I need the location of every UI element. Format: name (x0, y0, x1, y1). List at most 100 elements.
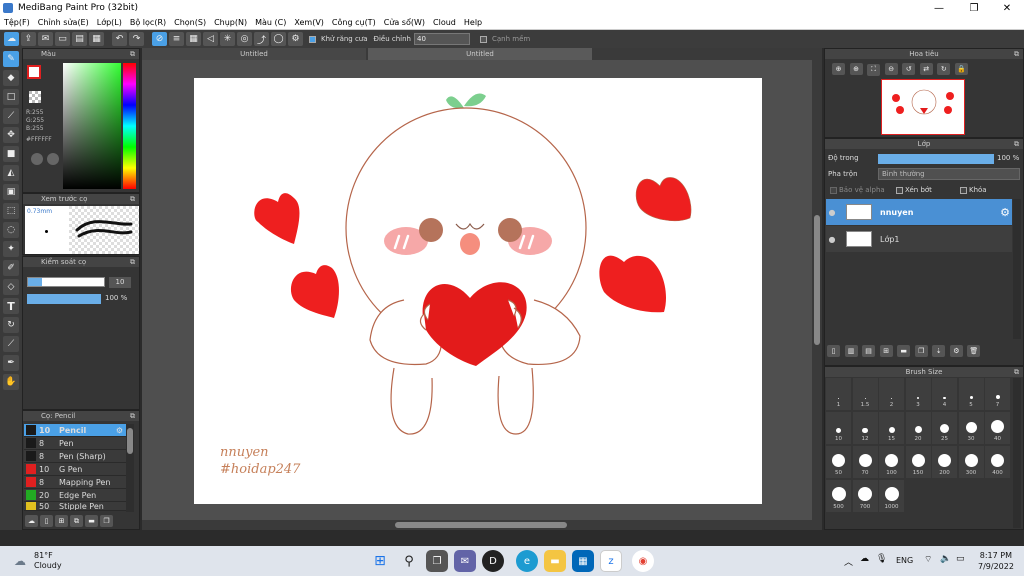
menu-window[interactable]: Cửa sổ(W) (384, 18, 425, 27)
brush-size-slider[interactable] (27, 277, 105, 287)
layer-row-lop1[interactable]: ● Lớp1 (826, 226, 1012, 252)
new-layer-icon[interactable]: ▯ (827, 345, 840, 357)
fill-rect-tool-icon[interactable]: ■ (3, 146, 19, 162)
saturation-value-square[interactable] (63, 63, 121, 189)
panel-pin-icon[interactable]: ⧉ (1014, 139, 1019, 149)
brush-size-cell-150[interactable]: 150 (905, 446, 931, 478)
perspective-snap-icon[interactable]: ◁ (203, 32, 218, 46)
brush-item-stipple-pen[interactable]: 50 Stipple Pen (24, 502, 126, 511)
dell-icon[interactable]: D (482, 550, 504, 572)
edge-icon[interactable]: e (516, 550, 538, 572)
brush-size-cell-1000[interactable]: 1000 (879, 480, 904, 512)
wifi-icon[interactable]: ⌔ (924, 554, 932, 565)
gear-icon[interactable]: ⚙ (116, 426, 123, 435)
snap-off-icon[interactable]: ⊘ (152, 32, 167, 46)
gradient-tool-icon[interactable]: ▣ (3, 184, 19, 200)
rotate-left-icon[interactable]: ↺ (902, 63, 916, 75)
menu-snap[interactable]: Chụp(N) (214, 18, 247, 27)
brush-list-scrollbar[interactable] (126, 424, 134, 512)
menu-tools[interactable]: Công cụ(T) (332, 18, 376, 27)
delete-layer-icon[interactable]: 🗑 (967, 345, 981, 357)
brush-size-cell-25[interactable]: 25 (932, 412, 957, 444)
file-explorer-icon[interactable]: ▬ (544, 550, 566, 572)
new-brush-icon[interactable]: ▯ (40, 515, 53, 527)
brush-item-pen-sharp[interactable]: 8 Pen (Sharp) (24, 450, 126, 463)
grid-snap-icon[interactable]: ▦ (186, 32, 201, 46)
brush-item-edge-pen[interactable]: 20 Edge Pen (24, 489, 126, 502)
bucket-tool-icon[interactable]: ◭ (3, 165, 19, 181)
move-tool-icon[interactable]: ✥ (3, 127, 19, 143)
grid-icon[interactable]: ▦ (89, 32, 104, 46)
brush-size-cell-400[interactable]: 400 (985, 446, 1010, 478)
brush-size-cell-200[interactable]: 200 (932, 446, 957, 478)
cloud-icon[interactable]: ☁ (4, 32, 19, 46)
foreground-color[interactable] (27, 65, 41, 79)
brush-size-cell-500[interactable]: 500 (826, 480, 851, 512)
protect-alpha-checkbox[interactable] (830, 186, 837, 194)
panel-pin-icon[interactable]: ⧉ (130, 411, 135, 421)
menu-cloud[interactable]: Cloud (433, 18, 456, 27)
clipping-checkbox[interactable] (896, 186, 903, 194)
tab-untitled-1[interactable]: Untitled (142, 48, 366, 60)
brush-item-pen[interactable]: 8 Pen (24, 437, 126, 450)
layer-folder-icon[interactable]: ▬ (897, 345, 911, 357)
parallel-snap-icon[interactable]: ≡ (169, 32, 184, 46)
menu-edit[interactable]: Chỉnh sửa(E) (38, 18, 89, 27)
store-icon[interactable]: ▦ (572, 550, 594, 572)
image-icon[interactable]: ▤ (72, 32, 87, 46)
visibility-icon[interactable]: ● (826, 208, 838, 217)
brush-size-value[interactable]: 10 (109, 277, 131, 288)
brush-size-cell-5[interactable]: 5 (958, 378, 984, 410)
undo-icon[interactable]: ↶ (112, 32, 127, 46)
drawing-canvas[interactable]: nnuyen #hoidap247 (194, 78, 762, 504)
tab-untitled-2[interactable]: Untitled (368, 48, 592, 60)
share-icon[interactable]: ⇪ (21, 32, 36, 46)
panel-pin-icon[interactable]: ⧉ (130, 49, 135, 59)
cloud-tray-icon[interactable]: ☁ (860, 554, 869, 564)
antialias-checkbox[interactable] (309, 35, 316, 43)
tray-chevron-icon[interactable]: ︿ (844, 555, 853, 568)
panel-icon[interactable]: ▭ (55, 32, 70, 46)
duplicate-icon[interactable]: ❐ (100, 515, 113, 527)
zalo-icon[interactable]: z (600, 550, 622, 572)
task-view-icon[interactable]: ❐ (426, 550, 448, 572)
brush-size-cell-15[interactable]: 15 (879, 412, 904, 444)
flip-icon[interactable]: ⇄ (919, 63, 933, 75)
brush-size-cell-12[interactable]: 12 (852, 412, 878, 444)
hand-tool-icon[interactable]: ✋ (3, 374, 19, 390)
lasso-tool-icon[interactable]: ◌ (3, 222, 19, 238)
panel-pin-icon[interactable]: ⧉ (1014, 367, 1019, 377)
text-tool-icon[interactable]: T (3, 298, 19, 314)
settings-icon[interactable]: ⚙ (288, 32, 303, 46)
duplicate-layer-icon[interactable]: ❐ (914, 345, 928, 357)
horizontal-scroll-thumb[interactable] (395, 522, 567, 528)
smooth-checkbox[interactable] (480, 35, 487, 43)
menu-filter[interactable]: Bộ lọc(R) (130, 18, 166, 27)
brush-size-cell-40[interactable]: 40 (985, 412, 1010, 444)
divide-tool-icon[interactable]: ⟋ (3, 336, 19, 352)
layer-opacity-slider[interactable] (878, 154, 994, 164)
color-picker-icon[interactable] (47, 153, 59, 165)
brush-size-cell-10[interactable]: 10 (826, 412, 851, 444)
brush-size-cell-30[interactable]: 30 (958, 412, 984, 444)
eyedropper-tool-icon[interactable]: ✒ (3, 355, 19, 371)
menu-file[interactable]: Tệp(F) (4, 18, 30, 27)
adjust-input[interactable]: 40 (414, 33, 470, 45)
visibility-icon[interactable]: ● (826, 235, 838, 244)
close-button[interactable]: ✕ (990, 0, 1024, 16)
brush-item-mapping-pen[interactable]: 8 Mapping Pen (24, 476, 126, 489)
brush-tool-icon[interactable]: ✎ (3, 51, 19, 67)
menu-view[interactable]: Xem(V) (294, 18, 324, 27)
layer-settings-icon[interactable]: ⚙ (949, 345, 963, 357)
shape-tool-icon[interactable]: ⟋ (3, 108, 19, 124)
zoom-out-icon[interactable]: ⊖ (884, 63, 898, 75)
menu-select[interactable]: Chọn(S) (174, 18, 206, 27)
radial-snap-icon[interactable]: ✳ (220, 32, 235, 46)
weather-widget[interactable]: 81°F Cloudy (34, 551, 62, 571)
panel-pin-icon[interactable]: ⧉ (130, 257, 135, 267)
concentric-snap-icon[interactable]: ◎ (237, 32, 252, 46)
windows-start-icon[interactable]: ⊞ (369, 550, 391, 572)
chrome-icon[interactable]: ◉ (632, 550, 654, 572)
merge-down-icon[interactable]: ⇣ (932, 345, 946, 357)
select-tool-icon[interactable]: ⬚ (3, 203, 19, 219)
